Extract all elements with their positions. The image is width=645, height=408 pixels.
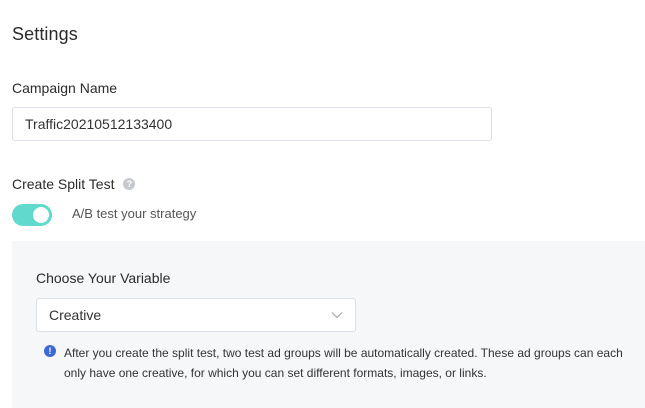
campaign-name-input[interactable] (12, 107, 492, 141)
split-test-row: Create Split Test ? (12, 176, 136, 192)
question-icon[interactable]: ? (123, 178, 136, 190)
variable-label: Choose Your Variable (36, 270, 171, 286)
page-title: Settings (12, 24, 78, 44)
split-test-description: A/B test your strategy (72, 206, 197, 221)
chevron-down-icon (331, 312, 343, 319)
info-icon: ! (44, 345, 56, 357)
info-note: ! After you create the split test, two t… (44, 343, 624, 383)
split-test-toggle[interactable] (12, 204, 52, 226)
campaign-name-label: Campaign Name (12, 80, 118, 96)
variable-select[interactable]: Creative (36, 298, 356, 332)
info-text: After you create the split test, two tes… (64, 346, 623, 380)
split-test-label: Create Split Test (12, 176, 115, 192)
variable-select-value: Creative (49, 307, 102, 323)
variable-panel: Choose Your Variable Creative ! After yo… (12, 241, 645, 408)
settings-page: Settings Campaign Name Create Split Test… (0, 0, 645, 408)
toggle-knob (33, 207, 49, 223)
